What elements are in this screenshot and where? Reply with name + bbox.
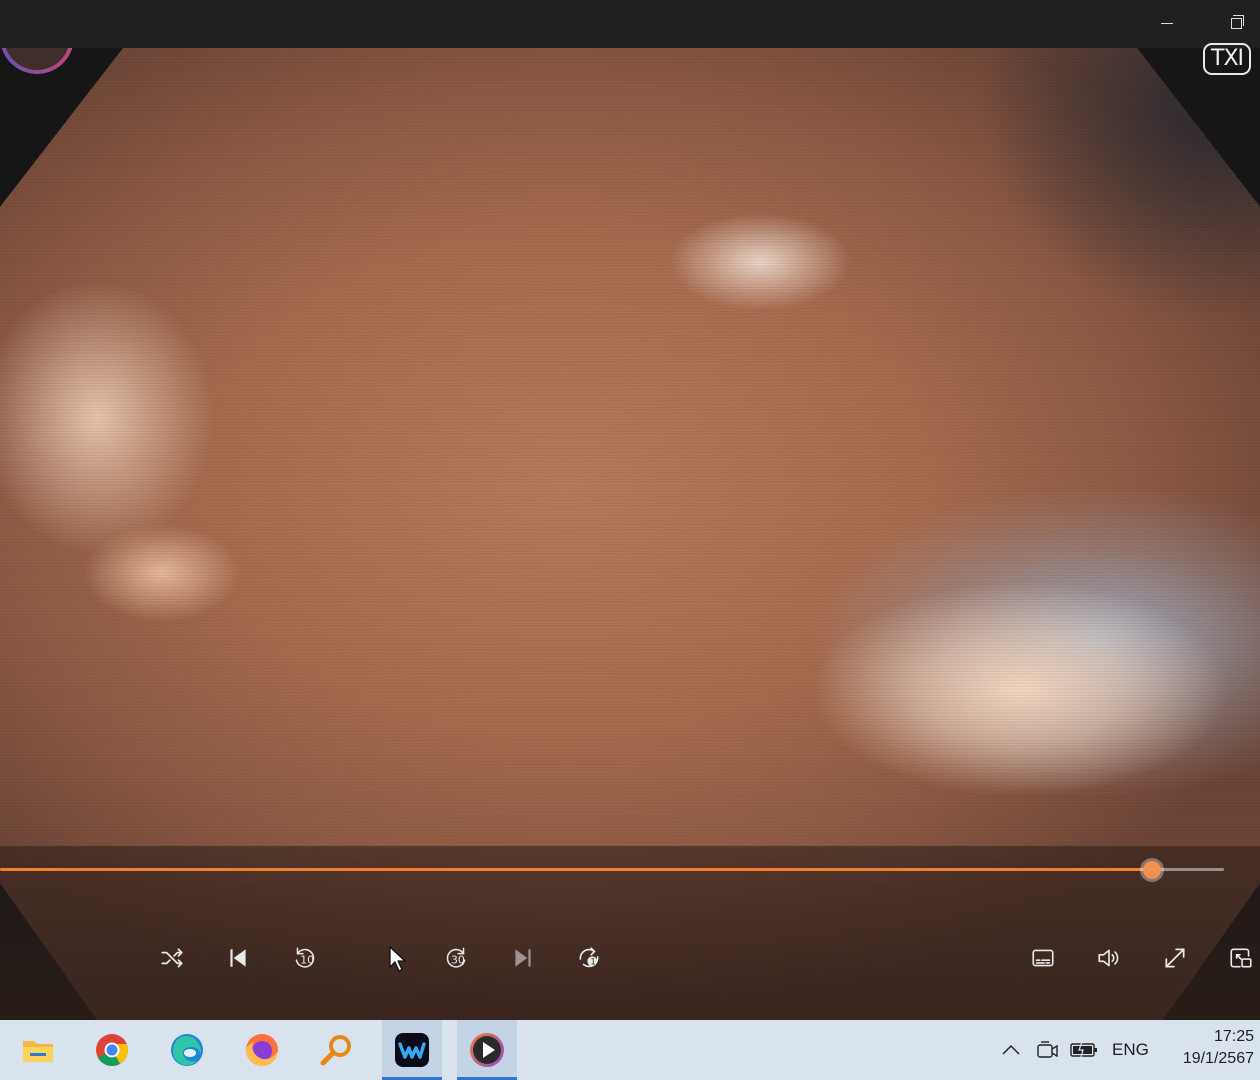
tray-overflow-button[interactable] xyxy=(1000,1020,1022,1080)
media-player-icon xyxy=(470,1033,504,1067)
minimize-button[interactable] xyxy=(1152,8,1182,38)
repeat-button[interactable]: 1 xyxy=(571,940,607,976)
taskbar-edge[interactable] xyxy=(157,1020,217,1080)
seek-progress xyxy=(0,868,1152,871)
restore-button[interactable] xyxy=(1221,8,1251,38)
magnifier-icon xyxy=(320,1035,351,1066)
shuffle-icon xyxy=(161,948,183,968)
previous-button[interactable] xyxy=(220,940,256,976)
firefox-icon xyxy=(246,1034,278,1066)
video-overlay-badge: TXI xyxy=(1203,43,1251,75)
restore-icon xyxy=(1230,14,1244,29)
seek-bar[interactable] xyxy=(0,861,1224,879)
taskbar-webex[interactable] xyxy=(382,1020,442,1080)
rewind-icon: 10 xyxy=(295,947,315,968)
volume-button[interactable] xyxy=(1091,940,1127,976)
chevron-up-icon xyxy=(1002,1044,1020,1055)
media-player-window: TXI 10 30 1 xyxy=(0,0,1260,1020)
taskbar-file-explorer[interactable] xyxy=(8,1020,68,1080)
tray-language[interactable]: ENG xyxy=(1112,1020,1149,1080)
shuffle-button[interactable] xyxy=(154,940,190,976)
repeat-one-icon: 1 xyxy=(579,947,599,968)
tray-meet-now[interactable] xyxy=(1036,1020,1060,1080)
repeat-count: 1 xyxy=(590,958,596,968)
taskbar-search-tool[interactable] xyxy=(307,1020,367,1080)
fast-forward-icon: 30 xyxy=(446,947,466,968)
clock-date: 19/1/2567 xyxy=(1182,1050,1254,1067)
mouse-cursor-icon xyxy=(389,946,406,972)
taskbar-chrome[interactable] xyxy=(82,1020,142,1080)
minimize-icon xyxy=(1161,22,1173,24)
fullscreen-icon xyxy=(1165,948,1185,968)
fullscreen-button[interactable] xyxy=(1157,940,1193,976)
taskbar-media-player[interactable] xyxy=(457,1020,517,1080)
folder-icon xyxy=(23,1041,53,1062)
tray-battery[interactable] xyxy=(1070,1020,1098,1080)
taskbar-clock[interactable]: 17:25 19/1/2567 xyxy=(1162,1026,1254,1070)
webex-icon xyxy=(395,1033,429,1067)
next-icon xyxy=(515,949,531,967)
volume-icon xyxy=(1098,949,1119,967)
rewind-seconds: 10 xyxy=(300,953,314,966)
chrome-icon xyxy=(96,1034,129,1067)
battery-icon xyxy=(1070,1041,1097,1058)
next-button[interactable] xyxy=(505,940,541,976)
seek-thumb[interactable] xyxy=(1142,861,1161,879)
captions-icon xyxy=(1032,949,1054,967)
title-bar xyxy=(0,0,1260,48)
captions-button[interactable] xyxy=(1025,940,1061,976)
fast-forward-seconds: 30 xyxy=(451,953,465,966)
edge-icon xyxy=(171,1034,203,1066)
camera-icon xyxy=(1037,1041,1058,1058)
clock-time: 17:25 xyxy=(1213,1028,1254,1045)
miniplayer-button[interactable] xyxy=(1223,940,1259,976)
skip-back-button[interactable]: 10 xyxy=(286,940,322,976)
miniplayer-icon xyxy=(1230,948,1252,968)
taskbar-firefox[interactable] xyxy=(232,1020,292,1080)
previous-icon xyxy=(230,949,246,967)
skip-forward-button[interactable]: 30 xyxy=(439,940,475,976)
